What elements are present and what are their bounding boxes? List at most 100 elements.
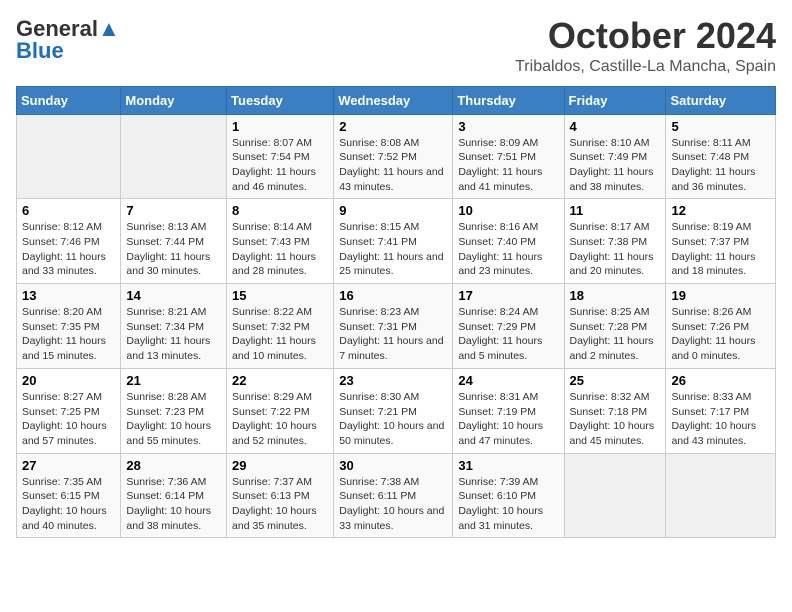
- day-info: Sunrise: 8:21 AMSunset: 7:34 PMDaylight:…: [126, 305, 221, 364]
- day-info: Sunrise: 7:38 AMSunset: 6:11 PMDaylight:…: [339, 475, 447, 534]
- calendar-cell: 5 Sunrise: 8:11 AMSunset: 7:48 PMDaylight…: [666, 114, 776, 199]
- day-number: 12: [671, 203, 770, 218]
- day-number: 17: [458, 288, 558, 303]
- calendar-week-row: 6 Sunrise: 8:12 AMSunset: 7:46 PMDaylight…: [17, 199, 776, 284]
- header: General▲ Blue October 2024 Tribaldos, Ca…: [16, 16, 776, 76]
- day-info: Sunrise: 8:23 AMSunset: 7:31 PMDaylight:…: [339, 305, 447, 364]
- day-info: Sunrise: 8:20 AMSunset: 7:35 PMDaylight:…: [22, 305, 115, 364]
- day-info: Sunrise: 8:09 AMSunset: 7:51 PMDaylight:…: [458, 136, 558, 195]
- header-cell-sunday: Sunday: [17, 86, 121, 114]
- day-info: Sunrise: 7:35 AMSunset: 6:15 PMDaylight:…: [22, 475, 115, 534]
- calendar-cell: 25 Sunrise: 8:32 AMSunset: 7:18 PMDayligh…: [564, 368, 666, 453]
- calendar-cell: [666, 453, 776, 538]
- day-number: 26: [671, 373, 770, 388]
- calendar-cell: 24 Sunrise: 8:31 AMSunset: 7:19 PMDayligh…: [453, 368, 564, 453]
- day-info: Sunrise: 8:22 AMSunset: 7:32 PMDaylight:…: [232, 305, 328, 364]
- day-info: Sunrise: 8:29 AMSunset: 7:22 PMDaylight:…: [232, 390, 328, 449]
- day-number: 7: [126, 203, 221, 218]
- calendar-cell: 20 Sunrise: 8:27 AMSunset: 7:25 PMDayligh…: [17, 368, 121, 453]
- day-info: Sunrise: 8:31 AMSunset: 7:19 PMDaylight:…: [458, 390, 558, 449]
- day-info: Sunrise: 8:25 AMSunset: 7:28 PMDaylight:…: [570, 305, 661, 364]
- month-title: October 2024: [515, 16, 776, 56]
- calendar-cell: 9Sunrise: 8:15 AMSunset: 7:41 PMDaylight…: [334, 199, 453, 284]
- calendar-cell: 10 Sunrise: 8:16 AMSunset: 7:40 PMDayligh…: [453, 199, 564, 284]
- day-info: Sunrise: 8:27 AMSunset: 7:25 PMDaylight:…: [22, 390, 115, 449]
- day-number: 31: [458, 458, 558, 473]
- day-info: Sunrise: 8:16 AMSunset: 7:40 PMDaylight:…: [458, 220, 558, 279]
- day-info: Sunrise: 8:17 AMSunset: 7:38 PMDaylight:…: [570, 220, 661, 279]
- calendar-cell: 22Sunrise: 8:29 AMSunset: 7:22 PMDayligh…: [227, 368, 334, 453]
- day-number: 9: [339, 203, 447, 218]
- day-number: 19: [671, 288, 770, 303]
- header-cell-thursday: Thursday: [453, 86, 564, 114]
- calendar-cell: 28 Sunrise: 7:36 AMSunset: 6:14 PMDayligh…: [121, 453, 227, 538]
- day-info: Sunrise: 8:12 AMSunset: 7:46 PMDaylight:…: [22, 220, 115, 279]
- title-area: October 2024 Tribaldos, Castille-La Manc…: [515, 16, 776, 76]
- calendar-header-row: SundayMondayTuesdayWednesdayThursdayFrid…: [17, 86, 776, 114]
- day-info: Sunrise: 8:07 AMSunset: 7:54 PMDaylight:…: [232, 136, 328, 195]
- day-info: Sunrise: 7:39 AMSunset: 6:10 PMDaylight:…: [458, 475, 558, 534]
- header-cell-tuesday: Tuesday: [227, 86, 334, 114]
- day-info: Sunrise: 8:28 AMSunset: 7:23 PMDaylight:…: [126, 390, 221, 449]
- day-number: 21: [126, 373, 221, 388]
- calendar-week-row: 20 Sunrise: 8:27 AMSunset: 7:25 PMDayligh…: [17, 368, 776, 453]
- day-number: 16: [339, 288, 447, 303]
- header-cell-wednesday: Wednesday: [334, 86, 453, 114]
- day-number: 6: [22, 203, 115, 218]
- day-number: 24: [458, 373, 558, 388]
- day-number: 2: [339, 119, 447, 134]
- calendar-cell: [17, 114, 121, 199]
- calendar-cell: 16 Sunrise: 8:23 AMSunset: 7:31 PMDayligh…: [334, 284, 453, 369]
- day-number: 15: [232, 288, 328, 303]
- day-number: 27: [22, 458, 115, 473]
- day-number: 28: [126, 458, 221, 473]
- header-cell-friday: Friday: [564, 86, 666, 114]
- day-number: 4: [570, 119, 661, 134]
- header-cell-saturday: Saturday: [666, 86, 776, 114]
- calendar-cell: 27 Sunrise: 7:35 AMSunset: 6:15 PMDayligh…: [17, 453, 121, 538]
- day-number: 10: [458, 203, 558, 218]
- day-number: 23: [339, 373, 447, 388]
- calendar-cell: 12 Sunrise: 8:19 AMSunset: 7:37 PMDayligh…: [666, 199, 776, 284]
- day-info: Sunrise: 8:11 AMSunset: 7:48 PMDaylight:…: [671, 136, 770, 195]
- calendar-cell: 21 Sunrise: 8:28 AMSunset: 7:23 PMDayligh…: [121, 368, 227, 453]
- logo-blue: Blue: [16, 38, 64, 64]
- day-number: 13: [22, 288, 115, 303]
- day-info: Sunrise: 7:37 AMSunset: 6:13 PMDaylight:…: [232, 475, 328, 534]
- day-info: Sunrise: 8:14 AMSunset: 7:43 PMDaylight:…: [232, 220, 328, 279]
- day-number: 18: [570, 288, 661, 303]
- calendar-cell: 6 Sunrise: 8:12 AMSunset: 7:46 PMDaylight…: [17, 199, 121, 284]
- calendar-cell: 19Sunrise: 8:26 AMSunset: 7:26 PMDayligh…: [666, 284, 776, 369]
- calendar-cell: 3Sunrise: 8:09 AMSunset: 7:51 PMDaylight…: [453, 114, 564, 199]
- calendar-cell: 7Sunrise: 8:13 AMSunset: 7:44 PMDaylight…: [121, 199, 227, 284]
- calendar-table: SundayMondayTuesdayWednesdayThursdayFrid…: [16, 86, 776, 539]
- day-number: 5: [671, 119, 770, 134]
- calendar-cell: 23Sunrise: 8:30 AMSunset: 7:21 PMDayligh…: [334, 368, 453, 453]
- day-number: 8: [232, 203, 328, 218]
- day-info: Sunrise: 7:36 AMSunset: 6:14 PMDaylight:…: [126, 475, 221, 534]
- day-number: 1: [232, 119, 328, 134]
- day-info: Sunrise: 8:19 AMSunset: 7:37 PMDaylight:…: [671, 220, 770, 279]
- calendar-cell: 14Sunrise: 8:21 AMSunset: 7:34 PMDayligh…: [121, 284, 227, 369]
- calendar-cell: 30 Sunrise: 7:38 AMSunset: 6:11 PMDayligh…: [334, 453, 453, 538]
- calendar-cell: 8 Sunrise: 8:14 AMSunset: 7:43 PMDaylight…: [227, 199, 334, 284]
- day-number: 25: [570, 373, 661, 388]
- day-number: 11: [570, 203, 661, 218]
- calendar-cell: [564, 453, 666, 538]
- calendar-week-row: 13 Sunrise: 8:20 AMSunset: 7:35 PMDayligh…: [17, 284, 776, 369]
- calendar-cell: 13 Sunrise: 8:20 AMSunset: 7:35 PMDayligh…: [17, 284, 121, 369]
- day-number: 29: [232, 458, 328, 473]
- day-info: Sunrise: 8:10 AMSunset: 7:49 PMDaylight:…: [570, 136, 661, 195]
- calendar-cell: 1 Sunrise: 8:07 AMSunset: 7:54 PMDaylight…: [227, 114, 334, 199]
- calendar-week-row: 27 Sunrise: 7:35 AMSunset: 6:15 PMDayligh…: [17, 453, 776, 538]
- calendar-week-row: 1 Sunrise: 8:07 AMSunset: 7:54 PMDaylight…: [17, 114, 776, 199]
- day-number: 30: [339, 458, 447, 473]
- calendar-cell: 4 Sunrise: 8:10 AMSunset: 7:49 PMDaylight…: [564, 114, 666, 199]
- calendar-cell: [121, 114, 227, 199]
- day-info: Sunrise: 8:32 AMSunset: 7:18 PMDaylight:…: [570, 390, 661, 449]
- location-title: Tribaldos, Castille-La Mancha, Spain: [515, 58, 776, 76]
- day-info: Sunrise: 8:24 AMSunset: 7:29 PMDaylight:…: [458, 305, 558, 364]
- logo: General▲ Blue: [16, 16, 120, 64]
- day-number: 20: [22, 373, 115, 388]
- calendar-cell: 29 Sunrise: 7:37 AMSunset: 6:13 PMDayligh…: [227, 453, 334, 538]
